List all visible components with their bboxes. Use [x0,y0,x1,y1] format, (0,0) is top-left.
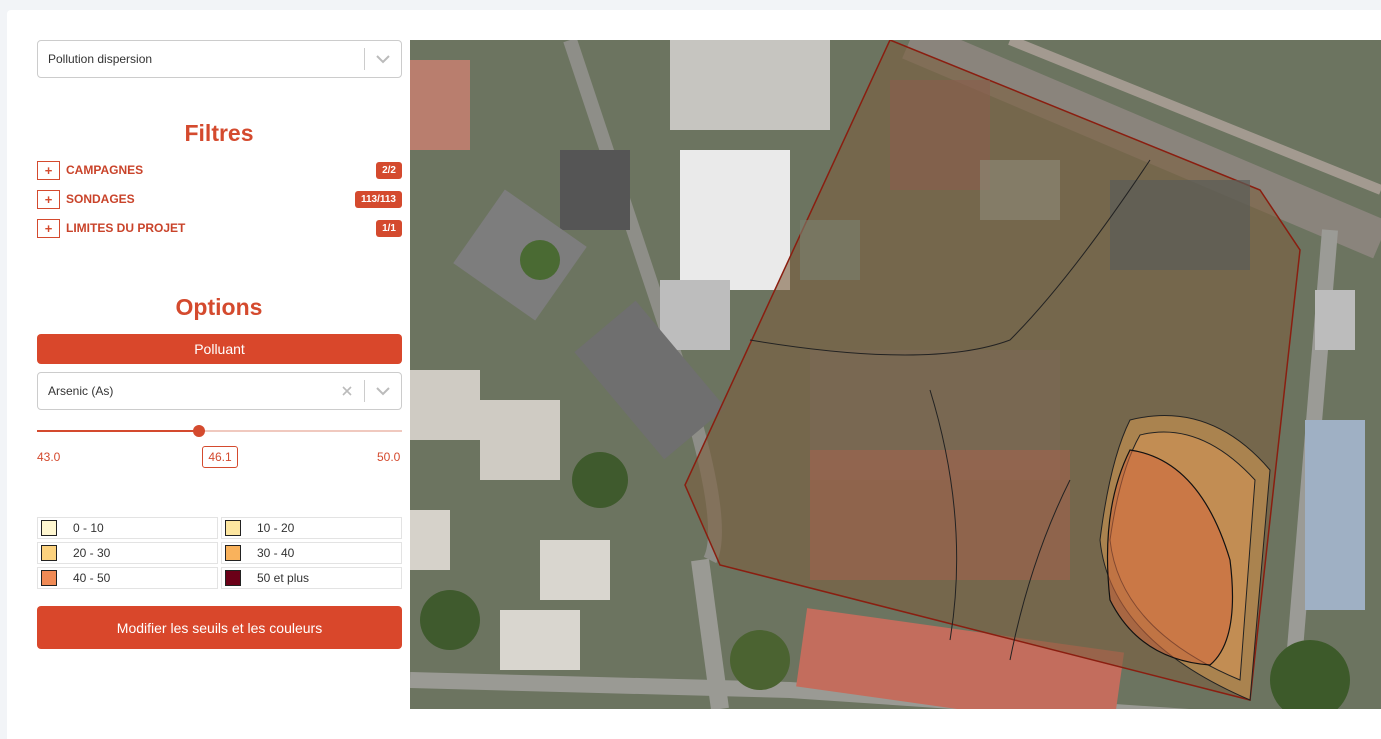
legend-item: 0 - 10 [37,517,218,539]
filters-title: Filtres [184,120,254,146]
legend-item: 10 - 20 [221,517,402,539]
legend-label: 40 - 50 [73,571,111,585]
filter-row-campagnes[interactable]: + CAMPAGNES 2/2 [37,160,402,180]
filter-label[interactable]: CAMPAGNES [66,163,376,177]
layer-select-value: Pollution dispersion [48,52,153,66]
filter-label[interactable]: LIMITES DU PROJET [66,221,376,235]
color-legend: 0 - 10 10 - 20 20 - 30 30 - 40 40 - 50 5… [37,517,403,589]
legend-item: 30 - 40 [221,542,402,564]
count-badge: 2/2 [376,161,402,179]
legend-item: 50 et plus [221,567,402,589]
expand-icon[interactable]: + [37,160,60,180]
legend-label: 10 - 20 [257,521,295,535]
legend-label: 0 - 10 [73,521,104,535]
slider-max-label: 50.0 [377,450,401,464]
legend-swatch [41,520,57,536]
chevron-down-icon[interactable] [365,40,401,78]
legend-label: 30 - 40 [257,546,295,560]
legend-label: 50 et plus [257,571,310,585]
filter-row-sondages[interactable]: + SONDAGES 113/113 [37,189,402,209]
pollutant-select-value: Arsenic (As) [48,384,114,398]
legend-swatch [225,545,241,561]
count-badge: 113/113 [354,190,402,208]
slider-fill [37,430,199,432]
layer-select[interactable]: Pollution dispersion [37,40,402,78]
options-title: Options [175,294,263,320]
polluant-button[interactable]: Polluant [37,334,402,364]
legend-swatch [41,570,57,586]
filter-row-limites[interactable]: + LIMITES DU PROJET 1/1 [37,218,402,238]
slider-value-box: 46.1 [202,446,238,468]
legend-swatch [41,545,57,561]
filter-label[interactable]: SONDAGES [66,192,355,206]
pollutant-select[interactable]: Arsenic (As) [37,372,402,410]
expand-icon[interactable]: + [37,218,60,238]
slider-min-label: 43.0 [37,450,61,464]
legend-label: 20 - 30 [73,546,111,560]
chevron-down-icon[interactable] [365,372,401,410]
legend-item: 40 - 50 [37,567,218,589]
slider-thumb[interactable] [193,425,205,437]
map-canvas[interactable] [410,40,1381,709]
legend-item: 20 - 30 [37,542,218,564]
legend-swatch [225,520,241,536]
legend-swatch [225,570,241,586]
modify-thresholds-button[interactable]: Modifier les seuils et les couleurs [37,606,402,649]
main-card: Pollution dispersion Filtres + CAMPAGNES… [7,10,1381,739]
count-badge: 1/1 [376,219,402,237]
clear-icon[interactable] [330,372,364,410]
satellite-map[interactable] [410,40,1381,709]
side-panel: Pollution dispersion Filtres + CAMPAGNES… [7,10,410,739]
expand-icon[interactable]: + [37,189,60,209]
